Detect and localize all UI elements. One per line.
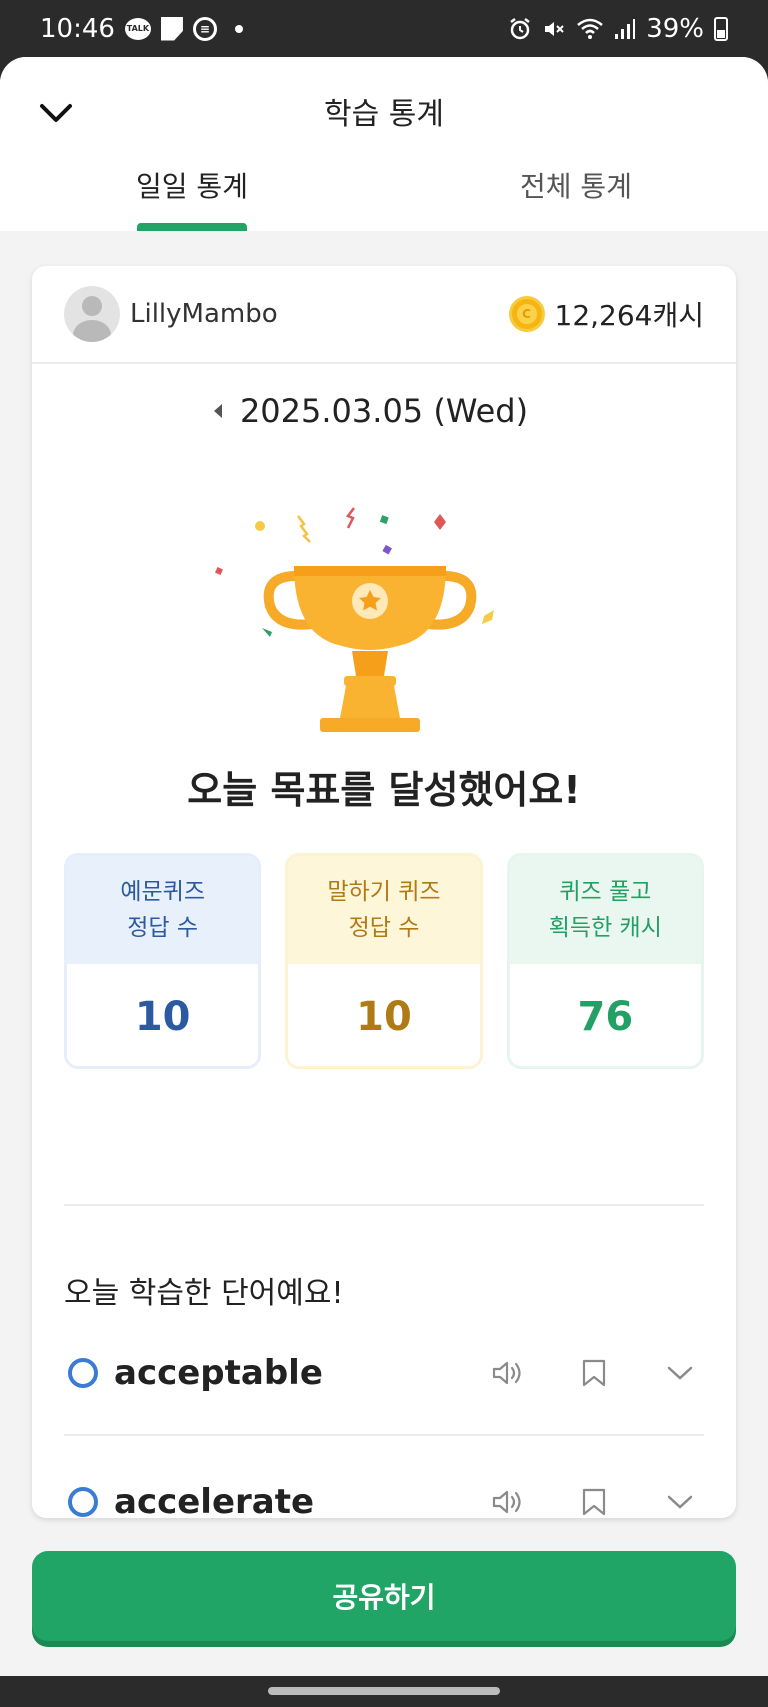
status-left: 10:46 TALK ≡	[40, 14, 243, 44]
mute-icon	[545, 21, 564, 36]
talk-icon: TALK	[124, 17, 151, 40]
speaker-button[interactable]	[488, 1482, 528, 1518]
cash-amount: 12,264캐시	[554, 299, 705, 332]
chevron-down-icon	[667, 1495, 693, 1509]
word-row[interactable]: accelerate	[64, 1440, 704, 1518]
stat-earned-cash: 퀴즈 풀고획득한 캐시 76	[506, 853, 704, 1069]
wifi-icon	[577, 18, 604, 39]
bookmark-icon	[582, 1359, 606, 1387]
speaker-icon	[492, 1490, 521, 1514]
speaker-icon	[492, 1361, 521, 1385]
stats-row: 예문퀴즈정답 수 10 말하기 퀴즈정답 수 10 퀴즈 풀고획득한 캐시 76	[64, 853, 704, 1069]
stat-label-line: 퀴즈 풀고	[559, 879, 652, 905]
stat-value: 76	[509, 964, 701, 1066]
word-text: accelerate	[114, 1482, 315, 1518]
previous-date-icon[interactable]	[213, 404, 222, 418]
tab-overall-stats[interactable]: 전체 통계	[384, 165, 768, 231]
status-time: 10:46	[40, 13, 115, 44]
divider	[64, 1204, 704, 1206]
trophy-stem-ring	[344, 676, 396, 686]
avatar	[64, 286, 120, 342]
stat-example-quiz: 예문퀴즈정답 수 10	[64, 853, 262, 1069]
battery-percent: 39%	[646, 13, 704, 44]
header: 학습 통계 일일 통계 전체 통계	[0, 57, 768, 231]
confetti-shard	[482, 610, 494, 624]
stat-label-line: 정답 수	[348, 915, 420, 941]
coin-glyph: C	[516, 304, 537, 324]
bookmark-icon	[582, 1488, 606, 1516]
current-date: 2025.03.05 (Wed)	[239, 392, 529, 430]
note-icon	[160, 16, 183, 41]
username: LillyMambo	[130, 299, 278, 329]
tab-label: 전체 통계	[520, 170, 632, 203]
expand-button[interactable]	[660, 1353, 700, 1393]
circle-icon	[68, 1487, 98, 1517]
circle-s-icon: ≡	[192, 16, 217, 41]
word-row[interactable]: acceptable	[64, 1312, 704, 1436]
stat-label-line: 획득한 캐시	[548, 915, 662, 941]
status-right: 39%	[508, 14, 728, 44]
confetti-square	[215, 567, 223, 575]
statistics-sheet: 학습 통계 일일 통계 전체 통계 LillyMambo C 12,264캐시 …	[0, 57, 768, 1676]
signal-icon	[615, 18, 636, 39]
expand-button[interactable]	[660, 1482, 700, 1518]
trophy-stem	[352, 651, 388, 676]
active-tab-indicator	[137, 223, 247, 231]
status-bar: 10:46 TALK ≡ 39%	[0, 0, 768, 57]
word-actions	[488, 1482, 700, 1518]
battery-icon	[714, 16, 728, 41]
coin-icon: C	[508, 296, 545, 332]
stat-speaking-quiz: 말하기 퀴즈정답 수 10	[285, 853, 483, 1069]
confetti-diamond	[434, 514, 446, 530]
share-button[interactable]: 공유하기	[32, 1551, 736, 1641]
speaker-button[interactable]	[488, 1353, 528, 1393]
navigation-bar	[0, 1676, 768, 1707]
daily-stats-card: LillyMambo C 12,264캐시 2025.03.05 (Wed) 오…	[32, 266, 736, 1518]
trophy-pedestal	[340, 686, 400, 718]
word-actions	[488, 1353, 700, 1393]
chevron-down-icon	[667, 1366, 693, 1380]
tabs: 일일 통계 전체 통계	[0, 165, 768, 231]
circle-icon	[68, 1358, 98, 1388]
stat-value: 10	[288, 964, 480, 1066]
alarm-icon	[510, 17, 530, 39]
stat-label-line: 말하기 퀴즈	[327, 879, 441, 905]
word-text: acceptable	[114, 1353, 323, 1393]
trophy-rim	[294, 566, 446, 576]
tab-daily-stats[interactable]: 일일 통계	[0, 165, 384, 231]
confetti-square	[382, 544, 392, 555]
words-heading: 오늘 학습한 단어예요!	[64, 1276, 344, 1311]
stat-label-line: 예문퀴즈	[120, 879, 205, 905]
bookmark-button[interactable]	[574, 1482, 614, 1518]
bookmark-button[interactable]	[574, 1353, 614, 1393]
trophy-illustration	[215, 507, 494, 732]
goal-achieved-message: 오늘 목표를 달성했어요!	[187, 768, 581, 812]
confetti-dot	[255, 521, 265, 531]
stat-label: 퀴즈 풀고획득한 캐시	[509, 856, 701, 964]
stat-label: 예문퀴즈정답 수	[67, 856, 259, 964]
page-title: 학습 통계	[324, 97, 444, 132]
stat-label: 말하기 퀴즈정답 수	[288, 856, 480, 964]
home-gesture-handle[interactable]	[268, 1687, 500, 1695]
confetti-square	[379, 515, 389, 525]
tab-label: 일일 통계	[136, 170, 248, 203]
stat-label-line: 정답 수	[127, 915, 199, 941]
confetti-squiggle	[346, 507, 355, 529]
dot-icon	[234, 24, 243, 33]
user-row: LillyMambo C 12,264캐시	[32, 266, 736, 364]
cash-display: C 12,264캐시	[508, 294, 705, 334]
confetti-squiggle	[297, 515, 311, 543]
date-navigator: 2025.03.05 (Wed)	[32, 392, 736, 430]
trophy-base	[320, 718, 420, 732]
stat-value: 10	[67, 964, 259, 1066]
confetti-shard	[262, 628, 272, 637]
